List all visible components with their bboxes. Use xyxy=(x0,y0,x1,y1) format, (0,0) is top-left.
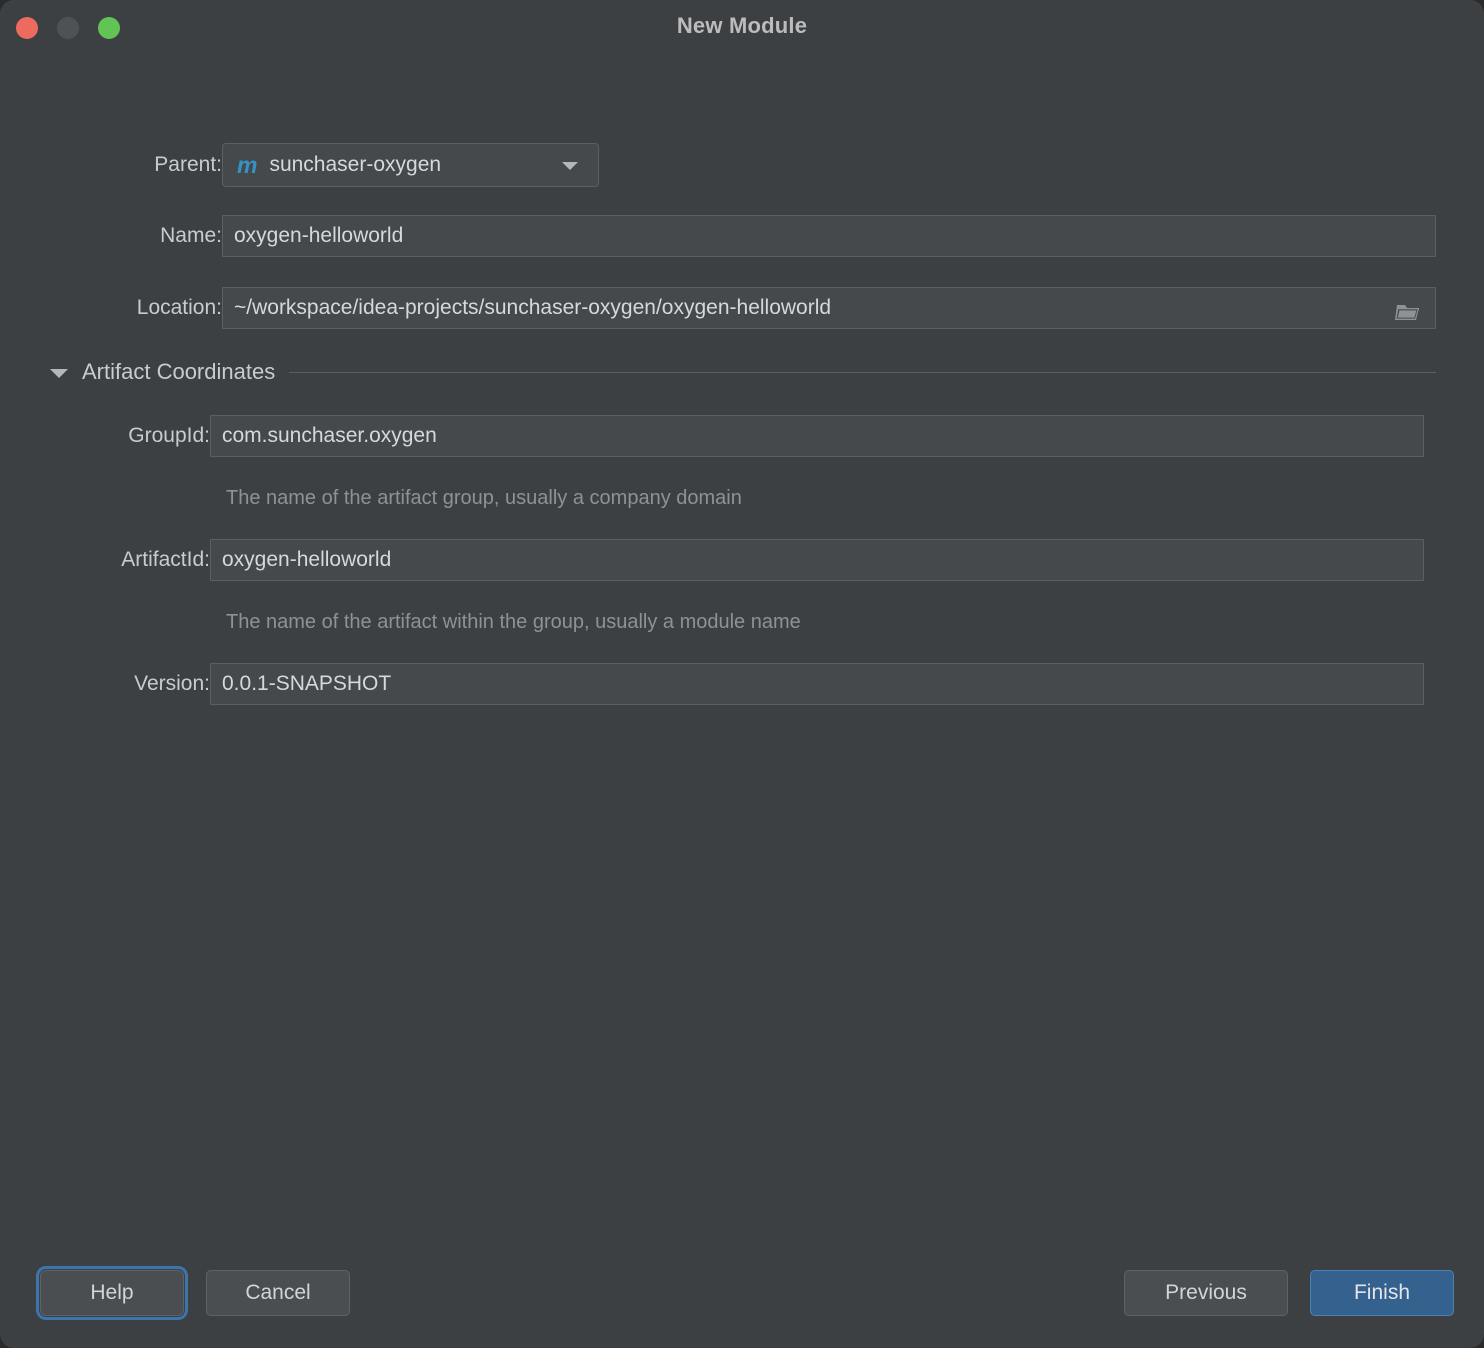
name-input[interactable]: oxygen-helloworld xyxy=(222,215,1436,257)
artifact-coordinates-section-header[interactable]: Artifact Coordinates xyxy=(50,359,1436,385)
dialog-footer: Help Cancel Previous Finish xyxy=(0,1252,1484,1348)
artifactid-hint: The name of the artifact within the grou… xyxy=(226,611,801,633)
chevron-down-icon xyxy=(50,368,68,378)
version-label: Version: xyxy=(134,672,210,695)
groupid-label: GroupId: xyxy=(128,424,210,447)
folder-icon[interactable] xyxy=(1395,297,1421,320)
groupid-hint: The name of the artifact group, usually … xyxy=(226,487,742,509)
section-divider xyxy=(289,371,1436,373)
previous-button[interactable]: Previous xyxy=(1124,1270,1288,1316)
parent-selected-value: sunchaser-oxygen xyxy=(269,153,442,176)
groupid-input[interactable]: com.sunchaser.oxygen xyxy=(210,415,1424,457)
location-label: Location: xyxy=(136,296,222,319)
groupid-row: GroupId: com.sunchaser.oxygen xyxy=(50,415,1424,457)
chevron-down-icon xyxy=(562,162,578,170)
name-label: Name: xyxy=(160,224,222,247)
artifactid-input[interactable]: oxygen-helloworld xyxy=(210,539,1424,581)
artifactid-row: ArtifactId: oxygen-helloworld xyxy=(50,539,1424,581)
artifact-coordinates-label: Artifact Coordinates xyxy=(82,359,276,384)
location-input-value: ~/workspace/idea-projects/sunchaser-oxyg… xyxy=(234,296,832,319)
artifactid-label: ArtifactId: xyxy=(121,548,210,571)
parent-dropdown[interactable]: m sunchaser-oxygen xyxy=(222,143,599,187)
new-module-dialog: New Module Parent: m sunchaser-oxygen Na… xyxy=(0,0,1484,1348)
parent-row: Parent: m sunchaser-oxygen xyxy=(50,143,599,187)
name-row: Name: oxygen-helloworld xyxy=(50,215,1436,257)
maven-m-icon: m xyxy=(237,151,258,178)
finish-button[interactable]: Finish xyxy=(1310,1270,1454,1316)
cancel-button[interactable]: Cancel xyxy=(206,1270,350,1316)
version-row: Version: 0.0.1-SNAPSHOT xyxy=(50,663,1424,705)
dialog-title: New Module xyxy=(676,13,808,38)
title-bar: New Module xyxy=(0,0,1484,56)
parent-label: Parent: xyxy=(154,153,222,176)
location-row: Location: ~/workspace/idea-projects/sunc… xyxy=(50,287,1436,329)
location-input[interactable]: ~/workspace/idea-projects/sunchaser-oxyg… xyxy=(222,287,1436,329)
help-button[interactable]: Help xyxy=(36,1266,188,1320)
version-input[interactable]: 0.0.1-SNAPSHOT xyxy=(210,663,1424,705)
